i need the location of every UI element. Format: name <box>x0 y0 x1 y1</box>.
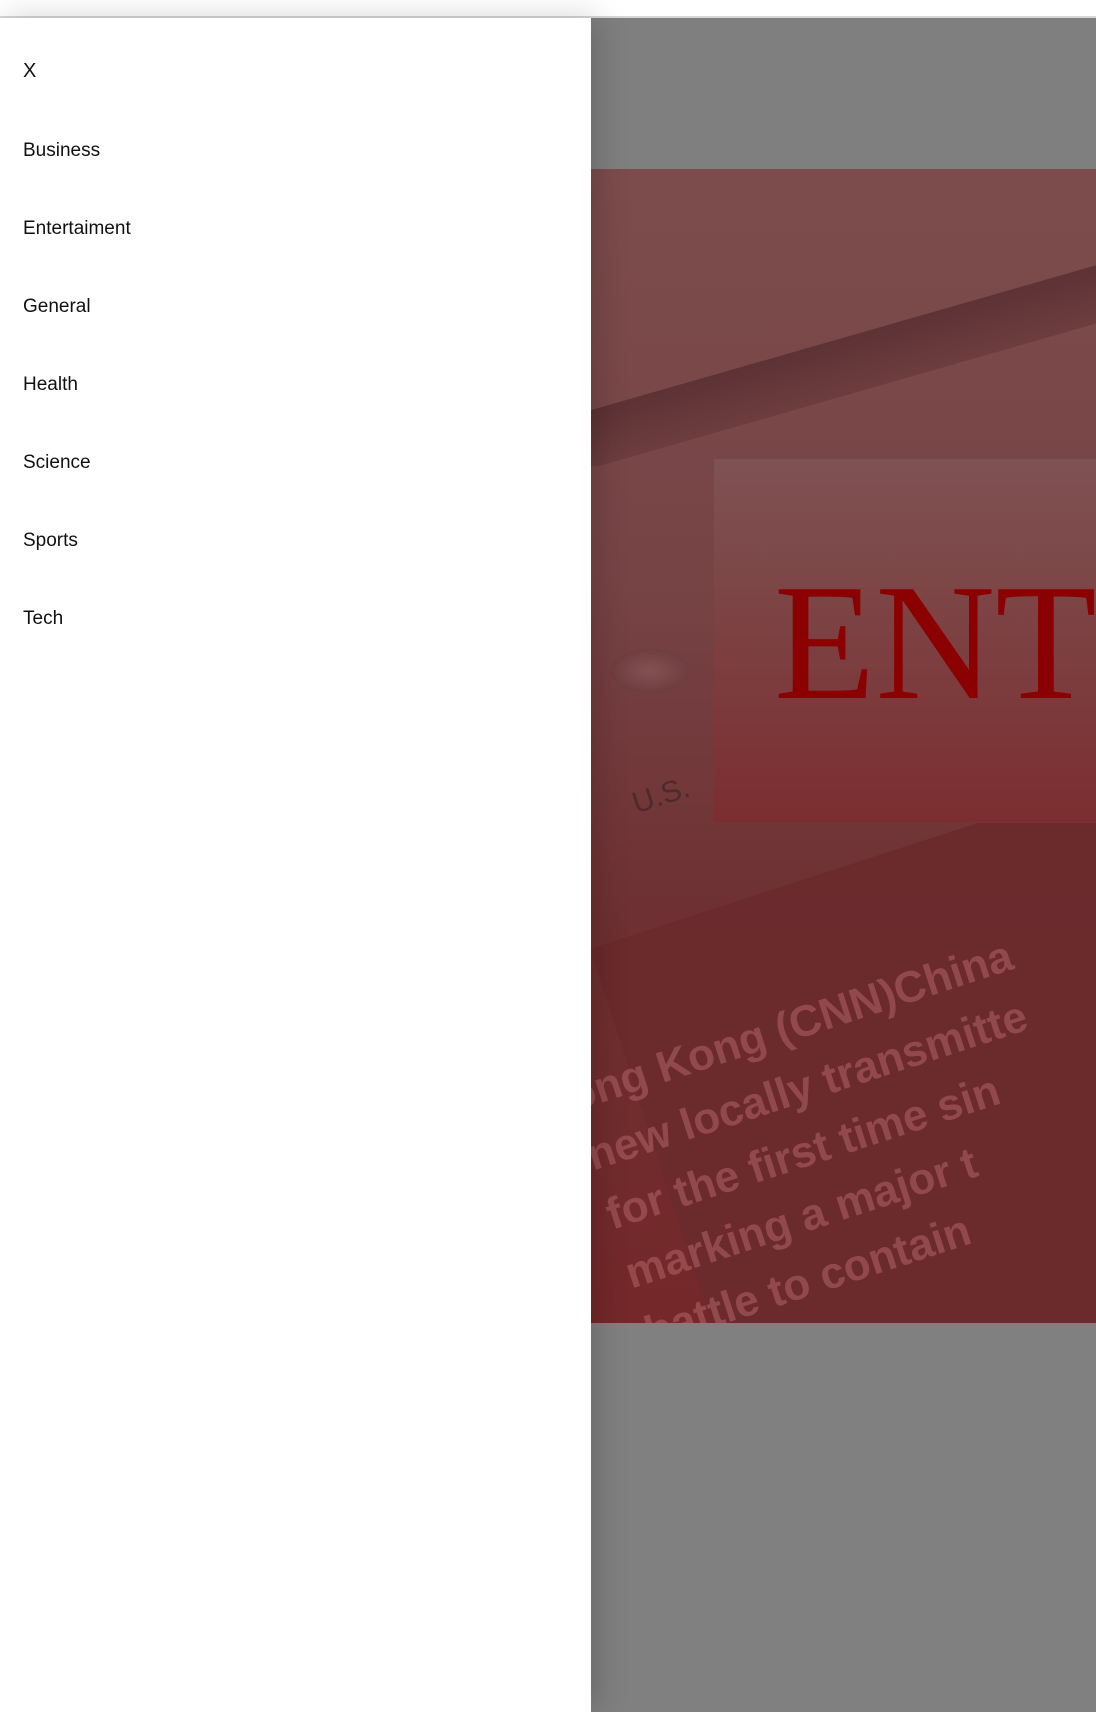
category-title: ENT <box>774 550 1096 734</box>
drawer-item-business[interactable]: Business <box>23 140 100 162</box>
drawer-item-science[interactable]: Science <box>23 452 91 474</box>
drawer-close-button[interactable]: X <box>23 60 36 83</box>
hero-photo-phone-edge <box>560 209 1096 473</box>
drawer-item-health[interactable]: Health <box>23 374 78 396</box>
hero-photo-camera-lens <box>610 649 690 693</box>
hero-photo-us-text: U.S. <box>628 770 694 821</box>
browser-top-strip <box>0 0 1096 18</box>
category-title-box: ENT <box>714 459 1096 823</box>
drawer-item-sports[interactable]: Sports <box>23 530 78 552</box>
side-drawer: X Business Entertaiment General Health S… <box>0 18 591 1712</box>
drawer-item-entertainment[interactable]: Entertaiment <box>23 218 131 240</box>
drawer-item-tech[interactable]: Tech <box>23 608 63 630</box>
drawer-item-general[interactable]: General <box>23 296 91 318</box>
